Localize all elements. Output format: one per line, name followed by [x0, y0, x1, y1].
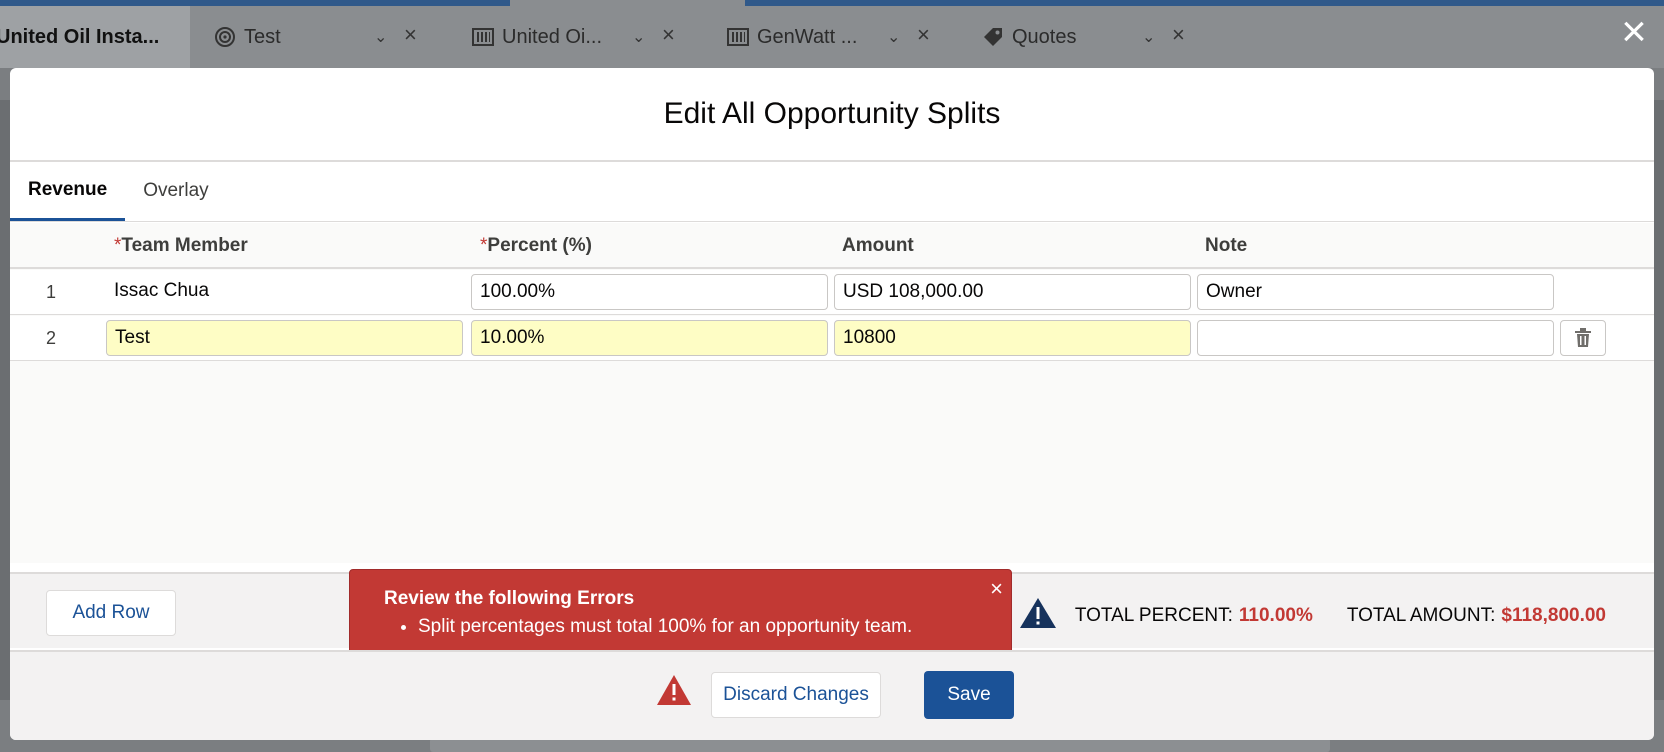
- modal-title: Edit All Opportunity Splits: [663, 97, 1001, 130]
- splits-table: *Team Member *Percent (%) Amount Note 1 …: [10, 223, 1654, 563]
- column-header-percent: *Percent (%): [480, 235, 592, 256]
- edit-splits-modal: Edit All Opportunity Splits Revenue Over…: [10, 68, 1654, 740]
- trash-icon: [1575, 328, 1591, 347]
- add-row-button[interactable]: Add Row: [46, 590, 176, 636]
- modal-footer: Discard Changes Save: [10, 650, 1654, 740]
- table-row: 2: [10, 316, 1654, 361]
- tab-genwatt[interactable]: GenWatt ... ⌄ ×: [715, 6, 965, 68]
- modal-close-icon[interactable]: ×: [1614, 10, 1654, 54]
- close-icon[interactable]: ×: [404, 22, 417, 48]
- close-icon[interactable]: ×: [917, 22, 930, 48]
- total-amount-value: $118,800.00: [1501, 605, 1606, 626]
- totals-summary: TOTAL PERCENT: 110.00% TOTAL AMOUNT: $11…: [1019, 596, 1606, 636]
- tab-label: Test: [244, 25, 281, 48]
- workspace-tab-bar: United Oil Insta... Test ⌄ × United Oi..…: [0, 0, 1664, 68]
- discard-changes-button[interactable]: Discard Changes: [711, 672, 881, 718]
- amount-input[interactable]: [834, 274, 1191, 310]
- chevron-down-icon[interactable]: ⌄: [1142, 27, 1155, 47]
- total-percent-value: 110.00%: [1238, 605, 1313, 626]
- row-number: 1: [46, 282, 57, 302]
- close-icon[interactable]: ×: [990, 578, 1003, 600]
- background-strip: [430, 738, 1330, 752]
- tab-label: United Oi...: [502, 25, 603, 48]
- tab-quotes[interactable]: Quotes ⌄ ×: [970, 6, 1220, 68]
- tab-label: Quotes: [1012, 25, 1077, 48]
- modal-body: Revenue Overlay *Team Member *Percent (%…: [10, 162, 1654, 680]
- total-percent-label: TOTAL PERCENT:: [1074, 605, 1233, 626]
- percent-input[interactable]: [471, 320, 828, 356]
- save-button[interactable]: Save: [924, 671, 1014, 719]
- chevron-down-icon[interactable]: ⌄: [887, 27, 900, 47]
- chevron-down-icon[interactable]: ⌄: [632, 27, 645, 47]
- error-warning-icon[interactable]: [656, 674, 692, 711]
- close-icon[interactable]: ×: [1172, 22, 1185, 48]
- tab-test[interactable]: Test ⌄ ×: [190, 6, 440, 68]
- column-header-team-member: *Team Member: [114, 235, 248, 256]
- tab-label: GenWatt ...: [757, 25, 858, 48]
- delete-row-button[interactable]: [1560, 320, 1606, 356]
- warning-icon: [1019, 596, 1057, 636]
- percent-input[interactable]: [471, 274, 828, 310]
- error-popover: Review the following Errors Split percen…: [349, 569, 1012, 680]
- table-row: 1 Issac Chua: [10, 270, 1654, 315]
- tab-overlay[interactable]: Overlay: [125, 161, 226, 221]
- row-number: 2: [46, 328, 57, 348]
- team-member-input[interactable]: [106, 320, 463, 356]
- error-title: Review the following Errors: [384, 588, 635, 609]
- barcode-icon: [472, 26, 494, 48]
- target-icon: [214, 26, 236, 48]
- note-input[interactable]: [1197, 274, 1554, 310]
- tab-label: United Oil Insta...: [0, 25, 160, 48]
- amount-input[interactable]: [834, 320, 1191, 356]
- tab-united-oil[interactable]: United Oi... ⌄ ×: [460, 6, 710, 68]
- team-member-name: Issac Chua: [114, 280, 210, 301]
- chevron-down-icon[interactable]: ⌄: [374, 27, 387, 47]
- error-message: Split percentages must total 100% for an…: [418, 616, 977, 638]
- column-header-amount: Amount: [842, 235, 914, 256]
- barcode-icon: [727, 26, 749, 48]
- error-list: Split percentages must total 100% for an…: [384, 616, 977, 638]
- total-amount-label: TOTAL AMOUNT:: [1346, 605, 1496, 626]
- split-type-tabs: Revenue Overlay: [10, 162, 1654, 222]
- column-header-note: Note: [1205, 235, 1248, 256]
- note-input[interactable]: [1197, 320, 1554, 356]
- tab-revenue[interactable]: Revenue: [10, 161, 126, 221]
- close-icon[interactable]: ×: [662, 22, 675, 48]
- table-header: *Team Member *Percent (%) Amount Note: [10, 223, 1654, 269]
- modal-header: Edit All Opportunity Splits: [10, 68, 1654, 162]
- tag-icon: [982, 26, 1004, 48]
- tab-united-oil-installations[interactable]: United Oil Insta...: [0, 6, 190, 68]
